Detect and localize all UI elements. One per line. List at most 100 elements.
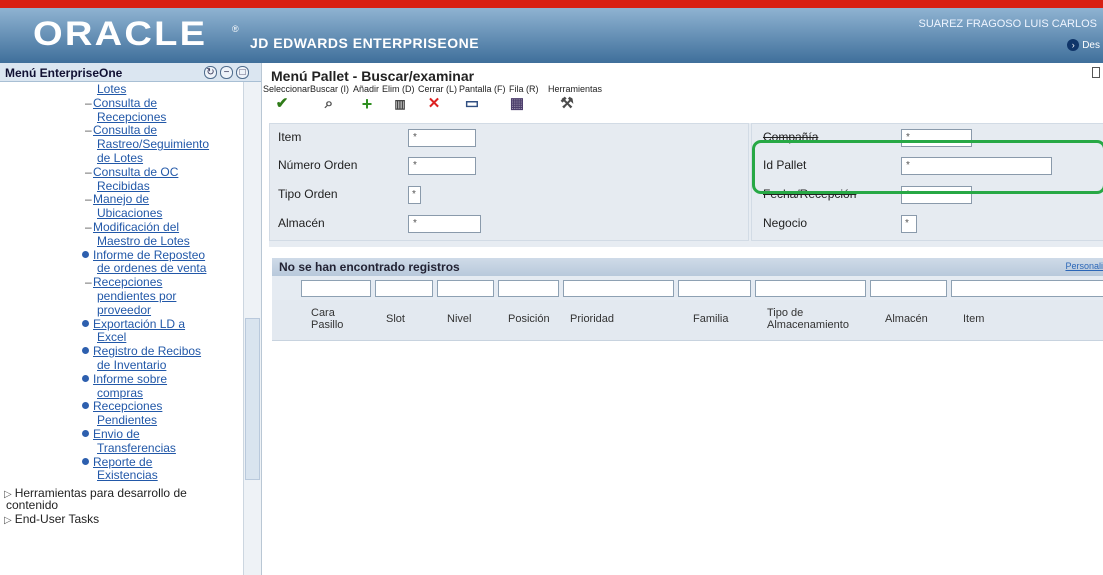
- menu-item[interactable]: – Manejo de: [85, 192, 149, 206]
- column-tipo-almacenamiento[interactable]: Tipo de Almacenamiento: [767, 307, 885, 331]
- menu-item-label[interactable]: Pendientes: [97, 413, 157, 427]
- toolbar-label-pantalla[interactable]: Pantalla (F): [459, 84, 506, 94]
- personalize-link[interactable]: Personali: [1065, 261, 1103, 271]
- item-input[interactable]: *: [408, 129, 476, 147]
- menu-item[interactable]: Recepciones: [82, 399, 162, 413]
- menu-item[interactable]: proveedor: [97, 303, 151, 317]
- menu-item[interactable]: Pendientes: [97, 413, 157, 427]
- menu-item-label[interactable]: Recepciones: [93, 399, 162, 413]
- menu-item-label[interactable]: Envio de: [93, 427, 140, 441]
- logout-link[interactable]: › Des: [1067, 39, 1100, 51]
- menu-item[interactable]: Exportación LD a: [82, 318, 185, 330]
- tipo-orden-input[interactable]: *: [408, 186, 421, 204]
- refresh-icon[interactable]: ↻: [204, 66, 217, 79]
- corner-icon[interactable]: [1092, 67, 1100, 78]
- toolbar-label-cerrar[interactable]: Cerrar (L): [418, 84, 457, 94]
- toolbar-label-anadir[interactable]: Añadir: [353, 84, 379, 94]
- find-icon[interactable]: ⌕: [321, 96, 337, 112]
- filter-slot[interactable]: [375, 280, 433, 297]
- menu-item-label[interactable]: Lotes: [97, 82, 126, 96]
- menu-item[interactable]: Informe sobre: [82, 372, 167, 386]
- toolbar-label-fila[interactable]: Fila (R): [509, 84, 539, 94]
- toolbar-label-herramientas[interactable]: Herramientas: [548, 84, 602, 94]
- menu-item[interactable]: de ordenes de venta: [97, 261, 206, 275]
- collapse-icon[interactable]: −: [220, 66, 233, 79]
- development-tools-item[interactable]: ▷ Herramientas para desarrollo de contenid…: [0, 487, 187, 511]
- menu-item-label[interactable]: Modificación del: [93, 220, 179, 234]
- menu-item-label[interactable]: Existencias: [97, 468, 158, 482]
- menu-item[interactable]: Reporte de: [82, 456, 152, 468]
- menu-item-label[interactable]: de ordenes de venta: [97, 261, 206, 275]
- add-icon[interactable]: +: [359, 95, 375, 113]
- menu-item[interactable]: Lotes: [97, 82, 126, 96]
- delete-icon[interactable]: ▥: [392, 96, 408, 112]
- check-icon[interactable]: ✔: [274, 96, 290, 112]
- column-item[interactable]: Item: [963, 313, 984, 325]
- row-icon[interactable]: ▦: [509, 96, 525, 112]
- menu-item[interactable]: Informe de Reposteo: [82, 248, 205, 262]
- menu-item-label[interactable]: Manejo de: [93, 192, 149, 206]
- filter-prioridad[interactable]: [563, 280, 674, 297]
- menu-item-label[interactable]: Informe sobre: [93, 372, 167, 386]
- filter-nivel[interactable]: [437, 280, 494, 297]
- menu-item-label[interactable]: compras: [97, 386, 143, 400]
- menu-item-label[interactable]: Consulta de OC: [93, 165, 178, 179]
- filter-item[interactable]: [951, 280, 1103, 297]
- user-name[interactable]: SUAREZ FRAGOSO LUIS CARLOS: [919, 18, 1097, 30]
- menu-item-label[interactable]: pendientes por: [97, 289, 176, 303]
- menu-item-label[interactable]: de Inventario: [97, 358, 166, 372]
- menu-item-label[interactable]: Rastreo/Seguimiento: [97, 137, 209, 151]
- menu-item[interactable]: Excel: [97, 330, 126, 344]
- filter-posicion[interactable]: [498, 280, 559, 297]
- menu-item[interactable]: Registro de Recibos: [82, 344, 201, 358]
- tools-icon[interactable]: ⚒: [559, 96, 575, 112]
- menu-item-label[interactable]: Consulta de: [93, 96, 157, 110]
- column-prioridad[interactable]: Prioridad: [570, 313, 614, 325]
- menu-item[interactable]: – Modificación del: [85, 220, 179, 234]
- menu-item[interactable]: Envio de: [82, 427, 140, 441]
- column-posicion[interactable]: Posición: [508, 313, 550, 325]
- menu-item[interactable]: Ubicaciones: [97, 206, 162, 220]
- almacen-input[interactable]: *: [408, 215, 481, 233]
- toolbar-label-buscar[interactable]: Buscar (I): [310, 84, 349, 94]
- menu-item[interactable]: – Consulta de: [85, 96, 157, 110]
- menu-item[interactable]: pendientes por: [97, 289, 176, 303]
- filter-cara-pasillo[interactable]: [301, 280, 371, 297]
- menu-item[interactable]: – Consulta de OC: [85, 165, 178, 179]
- numero-orden-input[interactable]: *: [408, 157, 476, 175]
- filter-tipo-almacenamiento[interactable]: [755, 280, 866, 297]
- menu-item-label[interactable]: de Lotes: [97, 151, 143, 165]
- menu-item[interactable]: – Consulta de: [85, 123, 157, 137]
- end-user-tasks-item[interactable]: ▷ End-User Tasks: [0, 513, 99, 526]
- menu-item[interactable]: – Recepciones: [85, 275, 162, 289]
- menu-item-label[interactable]: Consulta de: [93, 123, 157, 137]
- menu-item[interactable]: de Inventario: [97, 358, 166, 372]
- menu-item-label[interactable]: Registro de Recibos: [93, 344, 201, 358]
- menu-item-label[interactable]: Transferencias: [97, 441, 176, 455]
- menu-item[interactable]: Rastreo/Seguimiento: [97, 137, 209, 151]
- filter-almacen[interactable]: [870, 280, 947, 297]
- menu-item[interactable]: compras: [97, 386, 143, 400]
- close-icon[interactable]: ✕: [426, 96, 442, 112]
- menu-item[interactable]: Transferencias: [97, 441, 176, 455]
- menu-item-label[interactable]: Excel: [97, 330, 126, 344]
- menu-item-label[interactable]: proveedor: [97, 303, 151, 317]
- menu-item[interactable]: Existencias: [97, 468, 158, 482]
- menu-item-label[interactable]: Ubicaciones: [97, 206, 162, 220]
- column-cara-pasillo[interactable]: Cara Pasillo: [311, 307, 359, 331]
- menu-item-label[interactable]: Informe de Reposteo: [93, 248, 205, 262]
- column-nivel[interactable]: Nivel: [447, 313, 471, 325]
- menu-item[interactable]: Recepciones: [97, 110, 166, 124]
- filter-familia[interactable]: [678, 280, 751, 297]
- menu-item-label[interactable]: Recibidas: [97, 179, 150, 193]
- menu-item-label[interactable]: Recepciones: [97, 110, 166, 124]
- negocio-input[interactable]: *: [901, 215, 917, 233]
- menu-item[interactable]: de Lotes: [97, 151, 143, 165]
- left-scrollbar[interactable]: [243, 82, 261, 575]
- toolbar-label-elim[interactable]: Elim (D): [382, 84, 415, 94]
- menu-item-label[interactable]: Recepciones: [93, 275, 162, 289]
- menu-item[interactable]: Recibidas: [97, 179, 150, 193]
- maximize-icon[interactable]: □: [236, 66, 249, 79]
- menu-item[interactable]: Maestro de Lotes: [97, 235, 190, 247]
- column-slot[interactable]: Slot: [386, 313, 405, 325]
